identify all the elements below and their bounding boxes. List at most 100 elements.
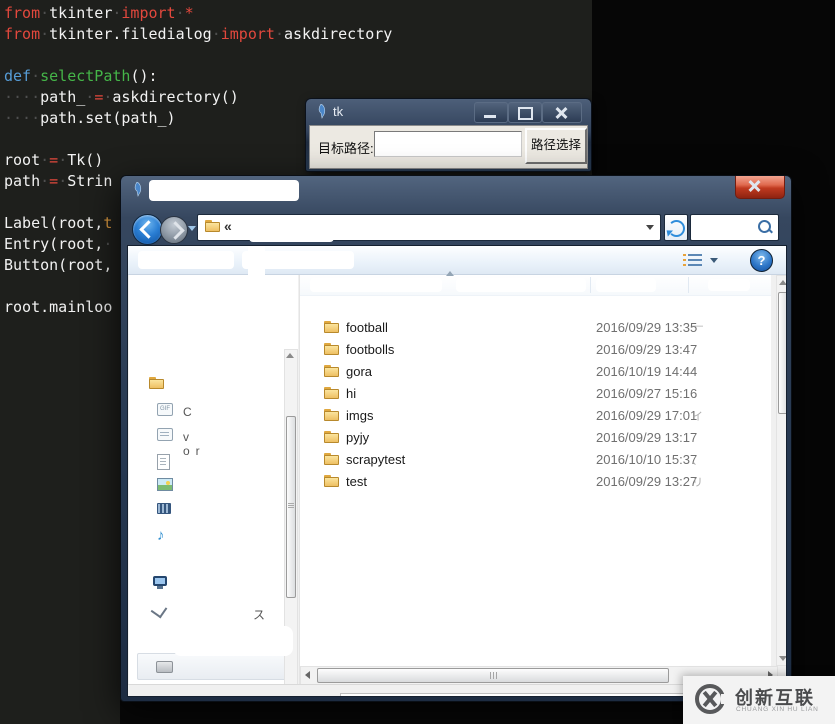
folder-name: football — [346, 320, 388, 335]
folder-icon — [324, 409, 340, 422]
list-vertical-scrollbar[interactable] — [776, 275, 786, 666]
censored-type-fragment: · — [692, 364, 696, 376]
folder-date: 2016/09/29 13:27 — [596, 474, 698, 489]
folder-icon — [324, 321, 340, 334]
maximize-icon — [518, 107, 533, 120]
close-button[interactable] — [735, 176, 785, 199]
code-line: from·tkinter.filedialog·import·askdirect… — [4, 25, 393, 43]
dialog-content: C v or ス — [127, 245, 787, 697]
close-button[interactable] — [542, 102, 582, 123]
horizontal-scroll-thumb[interactable] — [317, 668, 669, 683]
breadcrumb-overflow-chevrons[interactable]: « — [224, 218, 232, 234]
censor-stripe — [248, 246, 265, 554]
sidebar-scroll-thumb[interactable] — [286, 416, 296, 598]
sort-arrow-icon — [446, 271, 454, 276]
folder-name: footbolls — [346, 342, 395, 357]
scroll-down-icon[interactable] — [779, 656, 786, 661]
drive-icon — [156, 661, 173, 673]
file-list: football 2016/09/29 13:35— footbolls 2016/0… — [299, 271, 771, 695]
censor-blob-selected-item — [173, 626, 293, 656]
minimize-button[interactable] — [474, 102, 508, 123]
gif-box-icon — [157, 403, 173, 416]
folder-row-gora[interactable]: gora 2016/10/19 14:44 · — [300, 361, 770, 383]
minimize-icon — [484, 115, 496, 118]
box-icon — [157, 428, 173, 441]
video-icon — [157, 503, 171, 514]
forward-arrow-icon — [166, 221, 185, 240]
watermark-logo-gap — [721, 694, 729, 704]
censor-blob-header — [596, 278, 656, 292]
folder-row-footbolls[interactable]: footbolls 2016/09/29 13:47 — [300, 339, 770, 361]
censor-blob-title — [149, 180, 299, 201]
censored-type-fragment: リ — [692, 477, 703, 489]
folder-icon — [324, 453, 340, 466]
search-icon — [758, 220, 771, 233]
tk-titlebar[interactable]: tk — [306, 99, 591, 125]
folder-icon — [324, 387, 340, 400]
column-separator[interactable] — [688, 277, 689, 293]
path-select-button[interactable]: 路径选择 — [525, 128, 587, 164]
pictures-icon — [157, 478, 173, 491]
folder-date: 2016/10/19 14:44 — [596, 364, 698, 379]
folder-name: test — [346, 474, 367, 489]
back-arrow-icon — [139, 220, 158, 239]
sidebar-item-selected[interactable] — [137, 653, 291, 680]
watermark: 创新互联 CHUANG XIN HU LIAN — [683, 676, 835, 724]
refresh-button[interactable] — [664, 214, 688, 241]
folder-row-scrapytest[interactable]: scrapytest 2016/10/10 15:37、 — [300, 449, 770, 471]
code-line: def·selectPath(): — [4, 67, 158, 85]
help-button[interactable] — [750, 249, 773, 272]
censored-label-fragment: C — [183, 405, 198, 419]
cursor-icon — [150, 601, 168, 619]
target-path-input[interactable] — [374, 131, 522, 157]
folder-date: 2016/09/29 13:47 — [596, 342, 698, 357]
censor-blob-header — [310, 278, 442, 292]
censored-label-fragment: ス — [253, 608, 266, 622]
command-toolbar — [128, 246, 786, 275]
folder-name: scrapytest — [346, 452, 406, 467]
tk-window-title: tk — [333, 104, 344, 119]
address-dropdown-icon[interactable] — [646, 225, 654, 230]
folder-icon — [205, 220, 221, 233]
view-mode-icon[interactable] — [683, 254, 702, 266]
column-header-row[interactable] — [300, 271, 771, 296]
folder-icon — [324, 343, 340, 356]
folder-row-football[interactable]: football 2016/09/29 13:35— — [300, 317, 770, 339]
folder-date: 2016/09/27 15:16 — [596, 386, 698, 401]
tkinter-feather-icon — [315, 104, 327, 119]
folder-row-hi[interactable]: hi 2016/09/27 15:16 — [300, 383, 770, 405]
folder-name: hi — [346, 386, 357, 401]
censor-blob-organize — [138, 251, 234, 269]
folder-date: 2016/09/29 17:01 — [596, 408, 698, 423]
scroll-up-icon[interactable] — [286, 353, 294, 358]
refresh-icon — [668, 220, 685, 237]
folder-name: gora — [346, 364, 373, 379]
maximize-button[interactable] — [508, 102, 542, 123]
watermark-en-text: CHUANG XIN HU LIAN — [736, 706, 819, 713]
censored-label-fragment: v or — [183, 430, 206, 458]
scroll-up-icon[interactable] — [779, 280, 786, 285]
folder-icon — [324, 475, 340, 488]
folder-name: imgs — [346, 408, 374, 423]
computer-icon — [153, 576, 167, 589]
screen: from·tkinter·import·* from·tkinter.filedi… — [0, 0, 835, 724]
folder-name: pyjy — [346, 430, 370, 445]
column-separator[interactable] — [590, 277, 591, 293]
code-line: from·tkinter·import·* — [4, 4, 194, 22]
document-icon — [157, 454, 170, 470]
folder-dialog: « C v or — [120, 175, 792, 702]
censor-blob-header — [456, 278, 586, 292]
scroll-left-icon[interactable] — [305, 671, 310, 679]
censored-type-fragment: 、 — [692, 455, 703, 467]
forward-button[interactable] — [160, 216, 188, 244]
target-path-label: 目标路径: — [318, 141, 374, 156]
censor-blob-search — [696, 218, 758, 232]
view-dropdown-icon[interactable] — [710, 258, 718, 263]
folder-row-test[interactable]: test 2016/09/29 13:27 リ — [300, 471, 770, 493]
vertical-scroll-thumb[interactable] — [778, 292, 786, 414]
back-button[interactable] — [132, 214, 163, 245]
censored-type-fragment: — — [692, 320, 703, 332]
folder-row-pyjy[interactable]: pyjy 2016/09/29 13:17 — [300, 427, 770, 449]
folder-row-imgs[interactable]: imgs 2016/09/29 17:01 イ — [300, 405, 770, 427]
history-dropdown-icon[interactable] — [188, 226, 196, 231]
